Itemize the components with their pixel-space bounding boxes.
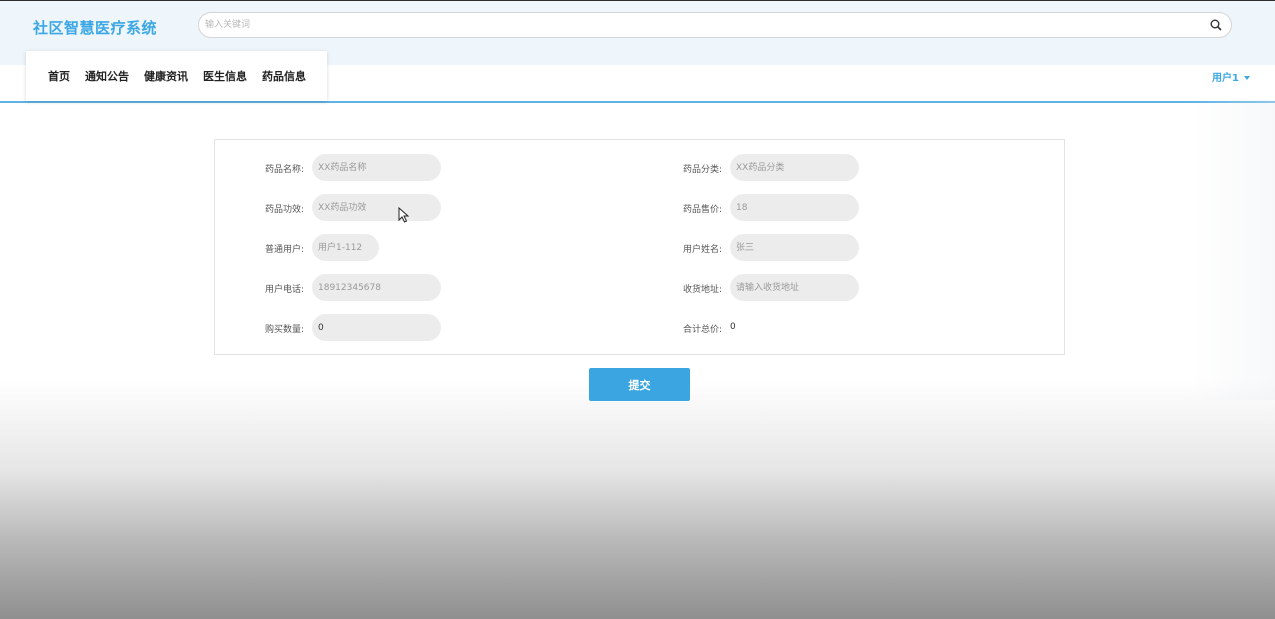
drug-name-label: 药品名称: bbox=[265, 165, 305, 175]
purchase-quantity-wrapper bbox=[312, 314, 441, 341]
mouse-cursor-icon bbox=[398, 207, 410, 223]
drug-name-wrapper bbox=[312, 154, 441, 181]
user-phone-wrapper bbox=[312, 274, 441, 301]
regular-user-field[interactable] bbox=[312, 234, 379, 261]
nav-item-medicines[interactable]: 药品信息 bbox=[262, 68, 306, 84]
user-name-label: 用户姓名: bbox=[683, 245, 723, 255]
drug-price-wrapper bbox=[730, 194, 859, 221]
user-name-wrapper bbox=[730, 234, 859, 261]
site-logo[interactable]: 社区智慧医疗系统 bbox=[33, 17, 157, 38]
drug-efficacy-field[interactable] bbox=[312, 194, 441, 221]
drug-efficacy-label: 药品功效: bbox=[265, 205, 305, 215]
drug-efficacy-wrapper bbox=[312, 194, 441, 221]
shipping-address-wrapper bbox=[730, 274, 859, 301]
purchase-quantity-field[interactable] bbox=[312, 314, 441, 341]
total-price-value: 0 bbox=[730, 322, 736, 332]
drug-category-label: 药品分类: bbox=[683, 165, 723, 175]
drug-category-wrapper bbox=[730, 154, 859, 181]
drug-price-label: 药品售价: bbox=[683, 205, 723, 215]
drug-price-field[interactable] bbox=[730, 194, 859, 221]
nav-item-home[interactable]: 首页 bbox=[48, 68, 70, 84]
user-phone-label: 用户电话: bbox=[265, 285, 305, 295]
main-nav: 首页 通知公告 健康资讯 医生信息 药品信息 bbox=[26, 51, 327, 101]
shipping-address-field[interactable] bbox=[730, 274, 859, 301]
shipping-address-label: 收货地址: bbox=[683, 285, 723, 295]
nav-item-notices[interactable]: 通知公告 bbox=[85, 68, 129, 84]
user-menu-label: 用户1 bbox=[1212, 73, 1239, 84]
caret-down-icon bbox=[1243, 76, 1250, 80]
nav-item-health-news[interactable]: 健康资讯 bbox=[144, 68, 188, 84]
total-price-label: 合计总价: bbox=[683, 325, 723, 335]
drug-name-field[interactable] bbox=[312, 154, 441, 181]
purchase-quantity-label: 购买数量: bbox=[265, 325, 305, 335]
search-input[interactable] bbox=[205, 17, 1195, 33]
regular-user-label: 普通用户: bbox=[265, 245, 305, 255]
user-phone-field[interactable] bbox=[312, 274, 441, 301]
nav-item-doctors[interactable]: 医生信息 bbox=[203, 68, 247, 84]
drug-category-field[interactable] bbox=[730, 154, 859, 181]
user-menu[interactable]: 用户1 bbox=[1212, 69, 1250, 84]
submit-button[interactable]: 提交 bbox=[589, 368, 690, 401]
user-name-field[interactable] bbox=[730, 234, 859, 261]
edge-shade bbox=[1190, 100, 1275, 400]
search-icon[interactable] bbox=[1209, 18, 1223, 32]
regular-user-wrapper bbox=[312, 234, 379, 261]
order-form: 药品名称: 药品分类: 药品功效: 药品售价: 普通用户: 用户姓名: 用户电话… bbox=[214, 139, 1065, 355]
search-bar bbox=[198, 12, 1232, 38]
